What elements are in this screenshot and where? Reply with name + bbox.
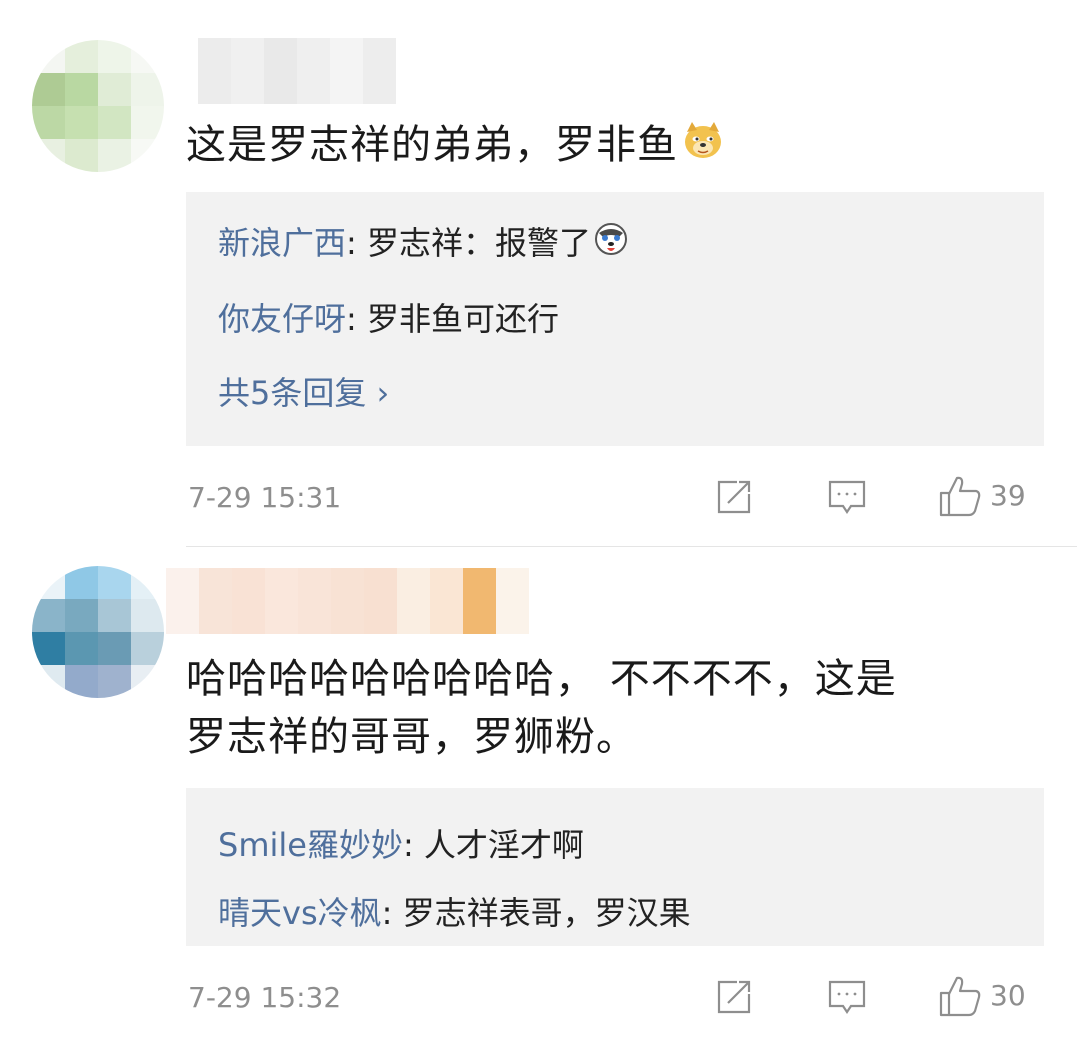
comment-text: 这是罗志祥的弟弟，罗非鱼 (186, 116, 724, 176)
avatar[interactable] (32, 566, 164, 698)
comment-icon (827, 478, 867, 518)
comment-icon (827, 978, 867, 1018)
like-count: 30 (990, 979, 1026, 1012)
reply-item: 你友仔呀: 罗非鱼可还行 (218, 300, 559, 338)
comment-text: 哈哈哈哈哈哈哈哈哈， 不不不不，这是 罗志祥的哥哥，罗狮粉。 (186, 656, 897, 760)
comment-timestamp: 7-29 15:31 (188, 481, 342, 514)
username-blurred[interactable] (166, 568, 529, 634)
divider (186, 546, 1077, 547)
share-button[interactable] (715, 478, 753, 516)
more-replies-link[interactable]: 共5条回复 › (218, 370, 389, 416)
share-icon (715, 978, 753, 1016)
avatar[interactable] (32, 40, 164, 172)
reply-username[interactable]: 新浪广西 (218, 224, 346, 262)
reply-username[interactable]: 你友仔呀 (218, 300, 346, 338)
doge-emoji (682, 118, 724, 176)
like-icon (938, 474, 982, 518)
like-count: 39 (990, 479, 1026, 512)
reply-username[interactable]: 晴天vs冷枫 (218, 894, 382, 932)
username-blurred[interactable] (198, 38, 396, 104)
like-button[interactable]: 30 (938, 974, 1026, 1018)
share-icon (715, 478, 753, 516)
reply-box: Smile羅妙妙: 人才淫才啊 晴天vs冷枫: 罗志祥表哥，罗汉果 (186, 788, 1044, 946)
reply-username[interactable]: Smile羅妙妙 (218, 826, 403, 864)
reply-item: 新浪广西: 罗志祥：报警了 (218, 220, 629, 269)
like-icon (938, 974, 982, 1018)
comment-button[interactable] (827, 978, 867, 1018)
reply-box: 新浪广西: 罗志祥：报警了 你友仔呀: 罗非鱼可还行 共5条回复 › (186, 192, 1044, 446)
share-button[interactable] (715, 978, 753, 1016)
comment-timestamp: 7-29 15:32 (188, 981, 342, 1014)
husky-emoji (593, 221, 629, 269)
comment-button[interactable] (827, 478, 867, 518)
reply-item: Smile羅妙妙: 人才淫才啊 (218, 826, 584, 864)
like-button[interactable]: 39 (938, 474, 1026, 518)
reply-item: 晴天vs冷枫: 罗志祥表哥，罗汉果 (218, 894, 691, 932)
